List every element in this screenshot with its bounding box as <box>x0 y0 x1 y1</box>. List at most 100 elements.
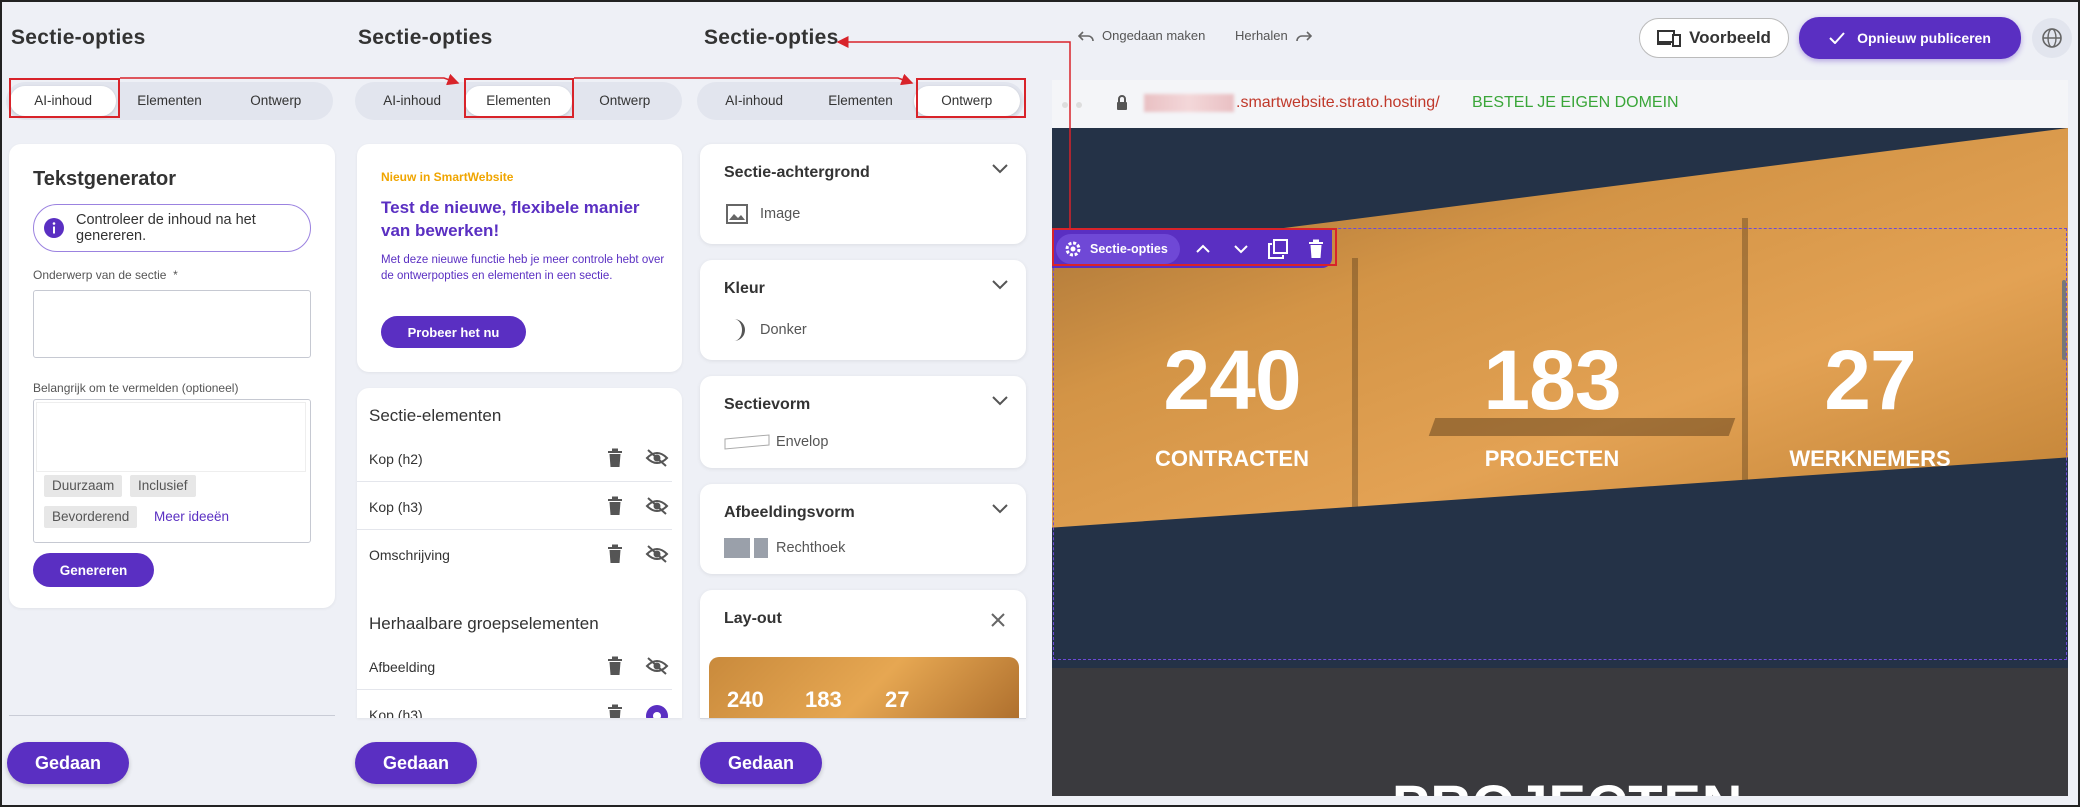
url-domain[interactable]: .smartwebsite.strato.hosting/ <box>1236 94 1440 112</box>
trash-icon[interactable] <box>607 656 623 676</box>
tab-design[interactable]: Ontwerp <box>223 86 329 116</box>
undo-label: Ongedaan maken <box>1102 28 1206 43</box>
info-text: Controleer de inhoud na het genereren. <box>76 212 256 244</box>
separator <box>9 715 335 716</box>
layout-card: Lay-out 240 183 27 <box>700 590 1026 718</box>
trash-icon[interactable] <box>607 704 623 718</box>
text-generator-card: Tekstgenerator Controleer de inhoud na h… <box>9 144 335 608</box>
tab-design[interactable]: Ontwerp <box>572 86 678 116</box>
envelope-shape-icon <box>724 434 770 450</box>
eye-off-icon[interactable] <box>645 656 669 676</box>
browser-bar: .smartwebsite.strato.hosting/ BESTEL JE … <box>1052 80 2068 128</box>
eye-icon[interactable] <box>645 704 669 718</box>
preview-gap <box>1046 80 1052 796</box>
promo-card: Nieuw in SmartWebsite Test de nieuwe, fl… <box>357 144 682 372</box>
layout-preview-thumbnail[interactable]: 240 183 27 <box>709 657 1019 718</box>
list-item[interactable]: Kop (h3) <box>357 482 672 530</box>
important-input[interactable]: Duurzaam Inclusief Bevorderend Meer idee… <box>33 399 311 543</box>
projects-section: PROJECTEN <box>1052 668 2068 796</box>
window-dot <box>1062 102 1068 108</box>
color-card[interactable]: Kleur Donker <box>700 260 1026 360</box>
language-button[interactable] <box>2032 18 2072 58</box>
list-item[interactable]: Kop (h2) <box>357 434 672 482</box>
chevron-down-icon[interactable] <box>992 280 1008 290</box>
chevron-down-icon[interactable] <box>992 164 1008 174</box>
tab-ai-content[interactable]: AI-inhoud <box>359 86 465 116</box>
card-value: Envelop <box>776 434 829 450</box>
list-item[interactable]: Kop (h3) <box>357 690 672 718</box>
tab-elements[interactable]: Elementen <box>807 86 913 116</box>
selected-section-outline <box>1053 228 2067 660</box>
annotation-box-design-tab <box>916 78 1026 118</box>
subject-label-text: Onderwerp van de sectie <box>33 268 167 282</box>
important-label: Belangrijk om te vermelden (optioneel) <box>33 381 239 395</box>
redo-button[interactable]: Herhalen <box>1235 28 1312 43</box>
repeatable-elements-heading: Herhaalbare groepselementen <box>369 614 599 633</box>
domain-cta-link[interactable]: BESTEL JE EIGEN DOMEIN <box>1472 94 1679 112</box>
preview-number: 183 <box>805 687 842 712</box>
chip-duurzaam[interactable]: Duurzaam <box>44 475 123 497</box>
elements-card: Sectie-elementen Kop (h2) Kop (h3) Omsch… <box>357 388 682 718</box>
done-button[interactable]: Gedaan <box>7 742 129 784</box>
section-background-card[interactable]: Sectie-achtergrond Image <box>700 144 1026 244</box>
window-dot <box>1076 102 1082 108</box>
tab-elements[interactable]: Elementen <box>116 86 222 116</box>
image-shape-card[interactable]: Afbeeldingsvorm Rechthoek <box>700 484 1026 574</box>
preview-button[interactable]: Voorbeeld <box>1639 18 1789 58</box>
preview-number: 240 <box>727 687 764 712</box>
done-button[interactable]: Gedaan <box>355 742 477 784</box>
important-textarea[interactable] <box>36 402 306 472</box>
element-label: Kop (h2) <box>369 451 423 467</box>
redo-icon <box>1295 30 1312 41</box>
republish-label: Opnieuw publiceren <box>1857 30 1991 46</box>
check-icon <box>1829 32 1845 44</box>
trash-icon[interactable] <box>607 448 623 468</box>
chevron-down-icon[interactable] <box>992 396 1008 406</box>
list-item[interactable]: Afbeelding <box>357 642 672 690</box>
card-title: Sectie-achtergrond <box>724 164 870 181</box>
promo-title: Test de nieuwe, flexibele manier van bew… <box>381 198 640 240</box>
chip-bevorderend[interactable]: Bevorderend <box>44 506 138 528</box>
subject-input[interactable] <box>33 290 311 358</box>
panel-elements: Sectie-opties AI-inhoud Elementen Ontwer… <box>350 0 690 807</box>
tab-ai-content[interactable]: AI-inhoud <box>701 86 807 116</box>
annotation-box-ai-tab <box>9 78 120 118</box>
chevron-down-icon[interactable] <box>992 504 1008 514</box>
section-shape-card[interactable]: Sectievorm Envelop <box>700 376 1026 468</box>
list-item[interactable]: Omschrijving <box>357 530 672 578</box>
element-label: Omschrijving <box>369 547 450 563</box>
trash-icon[interactable] <box>607 544 623 564</box>
card-value: Image <box>760 206 801 222</box>
generate-button[interactable]: Genereren <box>33 553 154 587</box>
rectangle-shape-icon <box>724 538 768 558</box>
element-label: Kop (h3) <box>369 707 423 718</box>
close-icon[interactable] <box>990 612 1006 628</box>
done-button[interactable]: Gedaan <box>700 742 822 784</box>
info-icon <box>44 218 64 238</box>
panel-title: Sectie-opties <box>358 26 493 49</box>
eye-off-icon[interactable] <box>645 496 669 516</box>
more-ideas-link[interactable]: Meer ideeën <box>154 509 229 524</box>
preview-scrollbar[interactable] <box>2062 280 2066 360</box>
undo-button[interactable]: Ongedaan maken <box>1078 28 1205 43</box>
eye-off-icon[interactable] <box>645 448 669 468</box>
image-icon <box>726 204 748 224</box>
eye-off-icon[interactable] <box>645 544 669 564</box>
redo-label: Herhalen <box>1235 28 1288 43</box>
element-label: Kop (h3) <box>369 499 423 515</box>
try-now-button[interactable]: Probeer het nu <box>381 316 526 348</box>
projects-heading: PROJECTEN <box>1392 772 1743 796</box>
card-title: Kleur <box>724 280 765 297</box>
panel-title: Sectie-opties <box>704 26 839 49</box>
republish-button[interactable]: Opnieuw publiceren <box>1799 17 2021 59</box>
chip-inclusief[interactable]: Inclusief <box>130 475 196 497</box>
text-generator-heading: Tekstgenerator <box>33 168 177 190</box>
element-label: Afbeelding <box>369 659 436 675</box>
subject-label: Onderwerp van de sectie * <box>33 268 178 282</box>
card-title: Sectievorm <box>724 396 811 413</box>
card-value: Donker <box>760 322 807 338</box>
annotation-box-elements-tab <box>464 78 574 118</box>
moon-icon <box>734 319 745 341</box>
trash-icon[interactable] <box>607 496 623 516</box>
undo-icon <box>1078 30 1094 41</box>
